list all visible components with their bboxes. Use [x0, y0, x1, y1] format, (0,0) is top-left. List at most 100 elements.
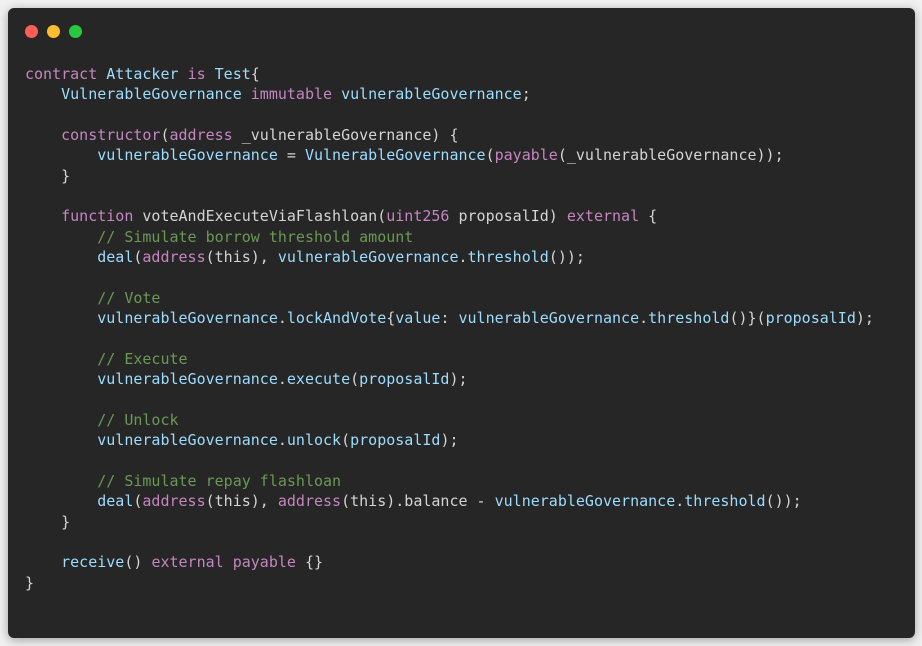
code-token: is: [187, 65, 206, 83]
code-line: // Simulate repay flashloan: [25, 471, 874, 491]
code-token: }: [25, 166, 71, 185]
code-token: );: [855, 309, 874, 328]
close-dot-icon[interactable]: [25, 25, 38, 38]
code-token: VulnerableGovernance: [61, 85, 242, 104]
code-token: threshold: [467, 248, 549, 267]
code-line: deal(address(this), vulnerableGovernance…: [25, 247, 874, 267]
code-token: .: [639, 309, 649, 328]
code-token: {: [386, 309, 396, 328]
window-controls: [25, 25, 82, 38]
code-token: execute: [286, 370, 351, 389]
code-block: contract Attacker is Test{ VulnerableGov…: [25, 64, 874, 593]
code-line: deal(address(this), address(this).balanc…: [25, 491, 874, 511]
code-token: contract: [25, 65, 98, 83]
code-token: vulnerableGovernance: [458, 309, 640, 328]
code-token: ());: [765, 492, 802, 511]
code-token: _vulnerableGovernance) {: [232, 126, 459, 145]
code-token: // Simulate repay flashloan: [97, 471, 342, 490]
code-token: // Execute: [97, 349, 188, 368]
code-token: (this),: [205, 492, 278, 511]
code-token: deal: [97, 492, 134, 511]
code-token: vulnerableGovernance: [97, 431, 278, 450]
code-token: payable: [494, 146, 558, 165]
code-token: );: [449, 370, 468, 389]
code-line: // Execute: [25, 349, 874, 369]
code-token: (_vulnerableGovernance));: [557, 146, 784, 165]
code-token: uint256: [386, 207, 450, 226]
maximize-dot-icon[interactable]: [69, 25, 82, 38]
code-token: // Vote: [97, 288, 161, 307]
code-line: VulnerableGovernance immutable vulnerabl…: [25, 84, 874, 104]
code-token: vulnerableGovernance: [97, 370, 278, 389]
code-token: address: [277, 492, 342, 511]
code-line: vulnerableGovernance.execute(proposalId)…: [25, 369, 874, 389]
code-token: Test: [214, 65, 251, 83]
code-line: vulnerableGovernance.unlock(proposalId);: [25, 430, 874, 450]
code-token: (this).balance -: [341, 492, 495, 511]
code-token: payable: [232, 553, 296, 572]
code-token: proposalId): [449, 207, 567, 226]
code-token: }: [25, 512, 71, 531]
code-token: function: [61, 207, 134, 226]
code-token: (: [350, 370, 360, 389]
code-token: vulnerableGovernance: [97, 309, 278, 328]
minimize-dot-icon[interactable]: [47, 25, 60, 38]
code-token: // Simulate borrow threshold amount: [97, 227, 414, 246]
code-token: );: [440, 431, 459, 450]
code-token: external: [151, 553, 224, 572]
code-token: ()}(: [729, 309, 766, 328]
code-window: contract Attacker is Test{ VulnerableGov…: [8, 8, 915, 638]
code-token: immutable: [250, 85, 333, 104]
code-token: {}: [295, 553, 324, 572]
code-token: (this),: [205, 248, 278, 267]
code-token: (: [160, 126, 170, 145]
code-token: .: [458, 248, 468, 267]
code-token: (): [124, 553, 152, 572]
code-token: .: [277, 370, 287, 389]
code-token: vulnerableGovernance: [277, 248, 459, 267]
code-token: receive: [61, 553, 125, 572]
code-token: lockAndVote: [286, 309, 387, 328]
code-line: contract Attacker is Test{: [25, 64, 874, 84]
code-token: address: [142, 492, 206, 511]
code-line: constructor(address _vulnerableGovernanc…: [25, 125, 874, 145]
code-token: :: [440, 309, 459, 328]
code-token: constructor: [61, 126, 161, 145]
code-token: vulnerableGovernance: [341, 85, 522, 104]
code-token: deal: [97, 248, 134, 267]
code-line: // Simulate borrow threshold amount: [25, 227, 874, 247]
code-token: .: [277, 309, 287, 328]
code-token: {: [639, 207, 658, 226]
code-token: .: [277, 431, 287, 450]
code-line: }: [25, 512, 874, 532]
code-token: proposalId: [350, 431, 441, 450]
code-token: }: [25, 573, 35, 592]
code-line: // Vote: [25, 288, 874, 308]
code-token: threshold: [648, 309, 730, 328]
